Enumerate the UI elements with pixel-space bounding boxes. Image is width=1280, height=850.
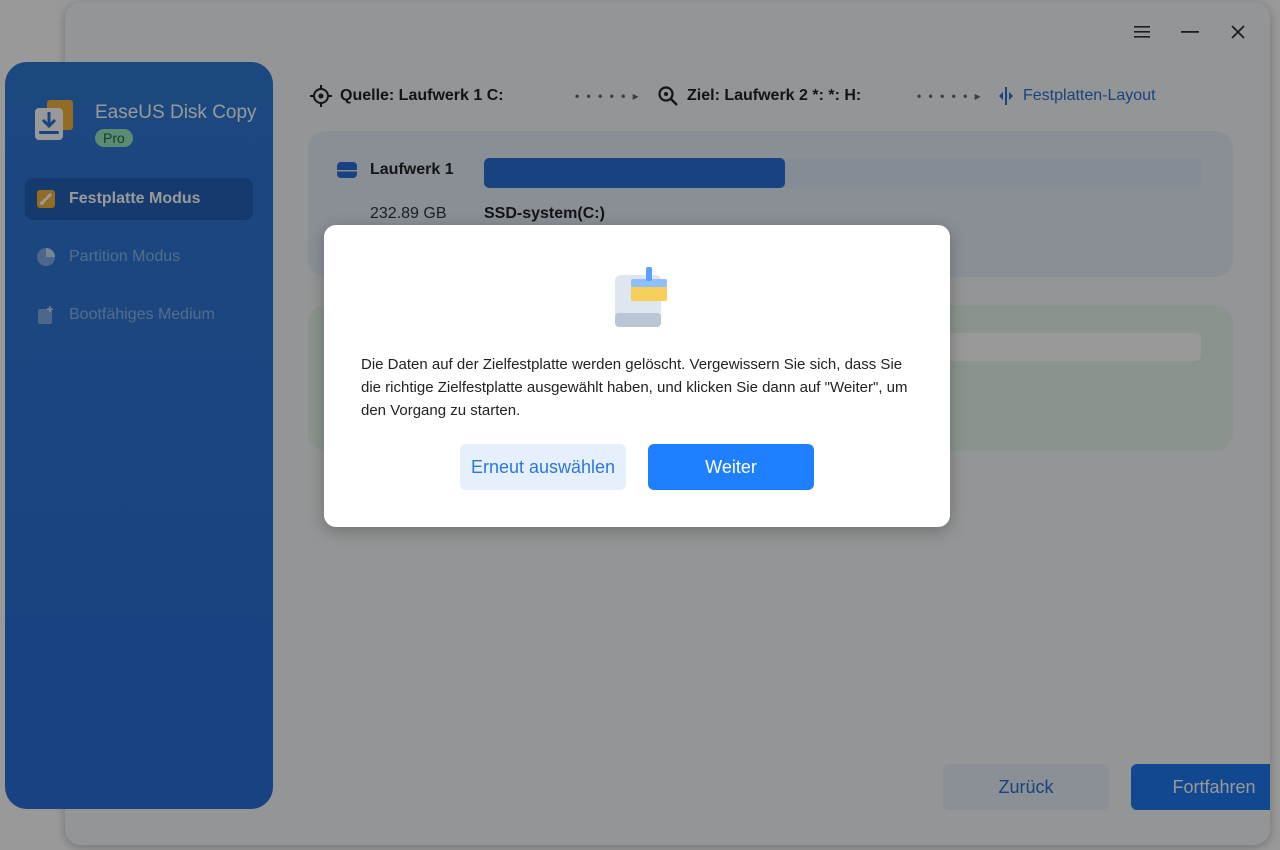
continue-button[interactable]: Weiter (648, 444, 814, 490)
dialog-message: Die Daten auf der Zielfestplatte werden … (361, 356, 908, 419)
confirm-dialog: Die Daten auf der Zielfestplatte werden … (324, 225, 950, 527)
disk-erase-icon (613, 265, 669, 329)
reselect-button[interactable]: Erneut auswählen (460, 444, 626, 490)
